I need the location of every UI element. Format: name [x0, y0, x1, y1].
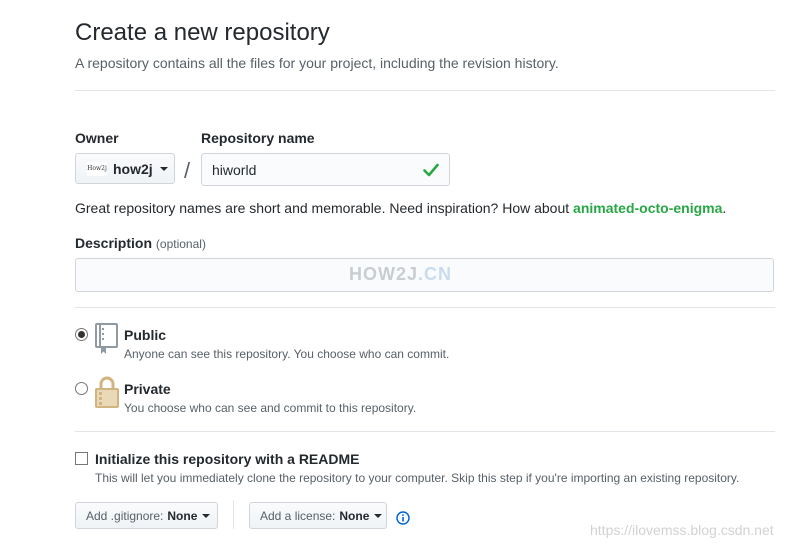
chevron-down-icon: [374, 513, 383, 518]
watermark-main: HOW2J: [349, 264, 419, 284]
repo-book-icon: [95, 323, 118, 354]
repo-name-input[interactable]: hiworld: [201, 153, 450, 186]
hint-end: .: [722, 200, 727, 216]
public-title: Public: [124, 327, 167, 343]
description-label-text: Description: [75, 235, 153, 251]
chevron-down-icon: [202, 513, 211, 518]
readme-description: This will let you immediately clone the …: [95, 471, 740, 485]
readme-divider: [75, 431, 775, 432]
license-label: Add a license:: [260, 508, 336, 523]
public-radio[interactable]: [75, 328, 88, 341]
watermark: HOW2J.CN: [349, 264, 452, 285]
owner-select[interactable]: How2j how2j: [75, 153, 175, 184]
repo-name-hint: Great repository names are short and mem…: [75, 200, 726, 216]
suggested-name-link[interactable]: animated-octo-enigma: [573, 200, 722, 216]
gitignore-value: None: [167, 508, 198, 523]
avatar: How2j: [87, 161, 107, 176]
license-value: None: [339, 508, 370, 523]
license-select[interactable]: Add a license: None: [249, 502, 387, 529]
readme-checkbox[interactable]: [75, 452, 88, 465]
page-subtitle: A repository contains all the files for …: [75, 55, 559, 71]
info-icon[interactable]: [396, 511, 410, 525]
private-description: You choose who can see and commit to thi…: [124, 401, 417, 415]
readme-title: Initialize this repository with a README: [95, 451, 360, 467]
select-separator: [233, 500, 234, 529]
repo-name-label: Repository name: [201, 130, 315, 146]
owner-label: Owner: [75, 130, 119, 146]
private-title: Private: [124, 381, 171, 397]
gitignore-select[interactable]: Add .gitignore: None: [75, 502, 218, 529]
gitignore-label: Add .gitignore:: [86, 508, 164, 523]
header-divider: [75, 90, 775, 91]
hint-text: Great repository names are short and mem…: [75, 200, 574, 216]
owner-repo-separator: /: [184, 158, 191, 183]
source-watermark: https://ilovemss.blog.csdn.net: [590, 522, 774, 538]
private-radio[interactable]: [75, 382, 88, 395]
owner-value: how2j: [113, 160, 153, 177]
public-description: Anyone can see this repository. You choo…: [124, 347, 450, 361]
description-label: Description (optional): [75, 235, 206, 251]
check-icon: [423, 163, 439, 176]
lock-icon: [95, 376, 119, 408]
optional-note: (optional): [155, 237, 206, 251]
page-title: Create a new repository: [75, 19, 330, 46]
visibility-divider: [75, 307, 775, 308]
repo-name-value: hiworld: [212, 161, 257, 178]
watermark-accent: .CN: [418, 264, 453, 284]
chevron-down-icon: [159, 166, 168, 171]
